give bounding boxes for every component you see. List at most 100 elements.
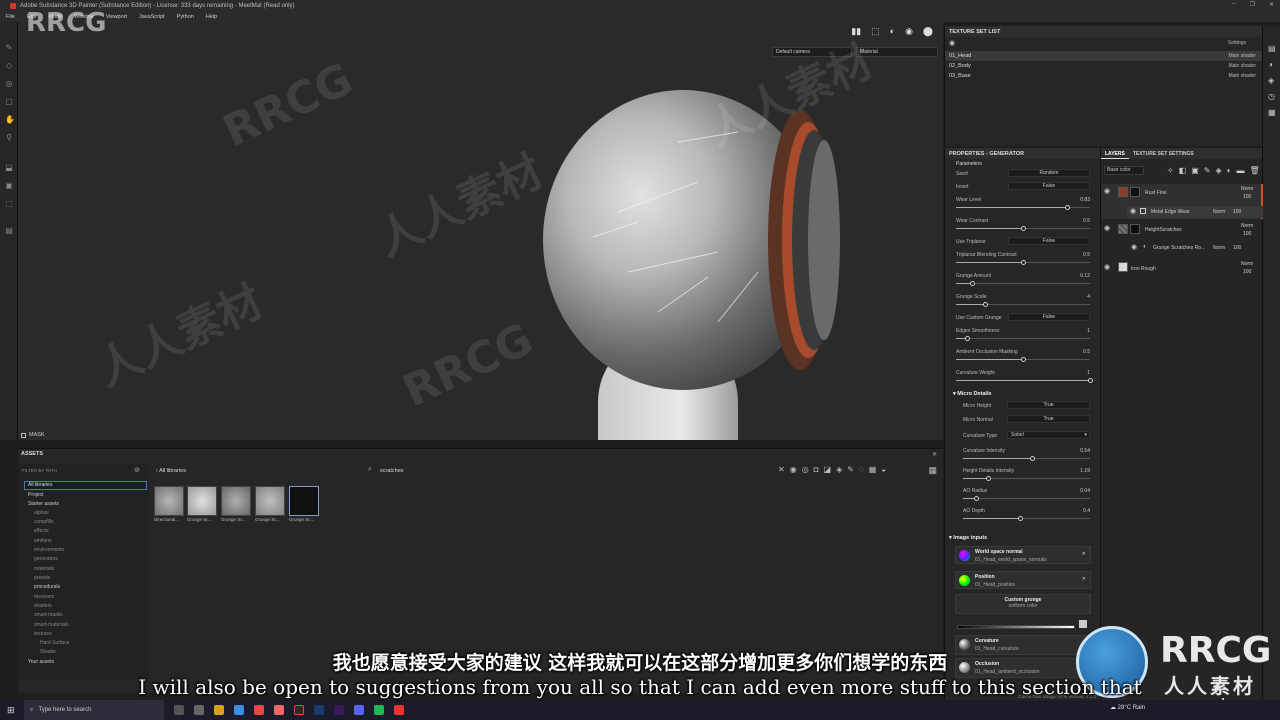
texture-set-row[interactable]: 02_Body Main shader — [945, 61, 1262, 71]
eye-icon[interactable]: ◉ — [1130, 207, 1136, 215]
layer-opacity[interactable]: 100 — [1233, 245, 1241, 251]
minimize-button[interactable]: – — [1232, 1, 1235, 8]
tree-item[interactable]: smart-materials — [34, 622, 68, 628]
slider-handle[interactable] — [1021, 226, 1026, 231]
discord-icon[interactable] — [354, 705, 364, 715]
grunge-amount-slider[interactable]: Grunge Amount 0.12 — [956, 273, 1090, 286]
tree-item[interactable]: materials — [34, 566, 54, 572]
custom-grunge-slot[interactable]: Custom grunge uniform color — [955, 594, 1091, 614]
slider-handle[interactable] — [1018, 516, 1024, 521]
menu-help[interactable]: Help — [206, 14, 217, 20]
ao-radius-slider[interactable]: AO Radius 0.04 — [963, 488, 1090, 501]
seed-field[interactable]: Random — [1008, 169, 1090, 177]
remove-icon[interactable]: ✕ — [1082, 551, 1086, 557]
grunge-scale-slider[interactable]: Grunge Scale 4 — [956, 294, 1090, 307]
texture-set-list-icon[interactable]: ▤ — [1268, 44, 1276, 53]
maximize-button[interactable]: ❐ — [1250, 1, 1255, 8]
layer-blend-mode[interactable]: Norm — [1241, 186, 1253, 192]
smart-material-filter-icon[interactable]: ◎ — [802, 465, 809, 474]
texture-filter-icon[interactable]: ◪ — [824, 465, 832, 474]
layer-opacity[interactable]: 100 — [1243, 269, 1251, 275]
tab-texture-set-settings[interactable]: TEXTURE SET SETTINGS — [1129, 148, 1198, 159]
slider-handle[interactable] — [986, 476, 992, 481]
shader-filter-icon[interactable]: ◒ — [881, 465, 886, 474]
menu-javascript[interactable]: JavaScript — [139, 14, 165, 20]
slider-value[interactable]: 1 — [1087, 370, 1090, 376]
slider-value[interactable]: 0.83 — [1080, 197, 1090, 203]
brave-icon[interactable] — [274, 705, 284, 715]
menu-python[interactable]: Python — [177, 14, 194, 20]
ao-depth-slider[interactable]: AO Depth 0.4 — [963, 508, 1090, 521]
premiere-icon[interactable] — [334, 705, 344, 715]
pen-filter-icon[interactable]: ✎ — [847, 465, 854, 474]
ao-masking-slider[interactable]: Ambient Occlusion Masking 0.5 — [956, 349, 1090, 362]
substance-painter-icon[interactable] — [294, 705, 304, 715]
frame-icon[interactable]: ⬚ — [871, 26, 880, 37]
asset-search-input[interactable]: scratches — [380, 467, 775, 476]
settings-button[interactable]: Settings — [1228, 40, 1246, 46]
tree-item[interactable]: procedurals — [34, 584, 60, 590]
slider-handle[interactable] — [973, 496, 979, 501]
asset-thumbnail[interactable] — [221, 486, 251, 516]
windows-start-icon[interactable]: ⊞ — [7, 705, 15, 716]
spotify-icon[interactable] — [374, 705, 384, 715]
paint-brush-icon[interactable]: ✎ — [5, 44, 13, 52]
tree-item[interactable]: effects — [34, 528, 49, 534]
eye-icon[interactable]: ◉ — [949, 39, 955, 47]
tree-item[interactable]: Hard Surface — [40, 640, 69, 646]
camera-view-icon[interactable]: ◐ — [890, 26, 895, 37]
texture-set-row[interactable]: 01_Head Main shader — [945, 51, 1262, 61]
eye-icon[interactable]: ◉ — [1104, 263, 1110, 271]
breadcrumb[interactable]: › All libraries — [156, 468, 186, 474]
slider-value[interactable]: 0.5 — [1083, 349, 1090, 355]
environment-filter-icon[interactable]: ▦ — [869, 465, 877, 474]
bake-icon[interactable]: ⬓ — [5, 164, 13, 172]
image-input-slot[interactable]: World space normal 01_Head_world_space_n… — [955, 546, 1091, 564]
slider-value[interactable]: 0.54 — [1080, 448, 1090, 454]
layer-opacity[interactable]: 100 — [1243, 194, 1251, 200]
add-paint-layer-icon[interactable]: ✎ — [1204, 166, 1211, 175]
chrome-icon[interactable] — [254, 705, 264, 715]
invert-field[interactable]: False — [1008, 182, 1090, 190]
picker-icon[interactable]: ⬚ — [5, 200, 13, 208]
channel-select[interactable]: Base color — [1104, 166, 1144, 175]
delete-layer-icon[interactable]: 🗑 — [1250, 166, 1260, 175]
render-icon[interactable]: ◉ — [905, 26, 913, 37]
cortana-icon[interactable] — [174, 705, 184, 715]
micro-height-field[interactable]: True — [1007, 401, 1090, 409]
image-input-slot[interactable]: Position 01_Head_position ✕ — [955, 571, 1091, 589]
close-panel-icon[interactable]: ✕ — [932, 451, 937, 458]
particle-filter-icon[interactable]: ◌ — [859, 465, 864, 474]
filter-off-icon[interactable]: ⊘ — [134, 466, 140, 474]
wear-contrast-slider[interactable]: Wear Contrast 0.5 — [956, 218, 1090, 231]
slider-handle[interactable] — [1088, 378, 1093, 383]
slider-value[interactable]: 4 — [1087, 294, 1090, 300]
sub-layer-row[interactable]: ◉ Metal Edge Wear Norm 100 — [1127, 206, 1263, 218]
remove-icon[interactable]: ✕ — [1082, 576, 1086, 582]
wear-level-slider[interactable]: Wear Level 0.83 — [956, 197, 1090, 210]
tree-item-all-libraries[interactable]: All libraries — [24, 481, 147, 490]
layer-blend-mode[interactable]: Norm — [1241, 223, 1253, 229]
weather-widget[interactable]: ☁ 28°C Rain — [1110, 704, 1145, 711]
slider-handle[interactable] — [970, 281, 976, 286]
slider-value[interactable]: 0.5 — [1083, 218, 1090, 224]
add-mask-icon[interactable]: ◧ — [1179, 166, 1187, 175]
tree-item[interactable]: textures — [34, 631, 52, 637]
edges-smoothness-slider[interactable]: Edges Smoothness 1 — [956, 328, 1090, 341]
layer-row[interactable]: ◉ Iron Rough Norm 100 — [1101, 259, 1263, 277]
layer-blend-mode[interactable]: Norm — [1241, 261, 1253, 267]
history-icon[interactable]: ◷ — [1268, 92, 1275, 101]
slider-handle[interactable] — [1029, 456, 1035, 461]
use-custom-grunge-field[interactable]: False — [1008, 313, 1090, 321]
asset-thumbnail-selected[interactable] — [289, 486, 319, 516]
layer-row[interactable]: ◉ Rust Fine Norm 100 ◉ Metal Edge Wear N… — [1101, 184, 1263, 219]
photoshop-icon[interactable] — [314, 705, 324, 715]
layer-blend-mode[interactable]: Norm — [1213, 245, 1225, 251]
clone-icon[interactable]: ⚲ — [5, 134, 13, 142]
tree-item[interactable]: smart-masks — [34, 612, 63, 618]
slider-handle[interactable] — [964, 336, 970, 341]
layer-blend-mode[interactable]: Norm — [1213, 209, 1225, 215]
tree-item[interactable]: generators — [34, 556, 58, 562]
tree-item[interactable]: compfills — [34, 519, 53, 525]
projection-icon[interactable]: ◎ — [5, 80, 13, 88]
